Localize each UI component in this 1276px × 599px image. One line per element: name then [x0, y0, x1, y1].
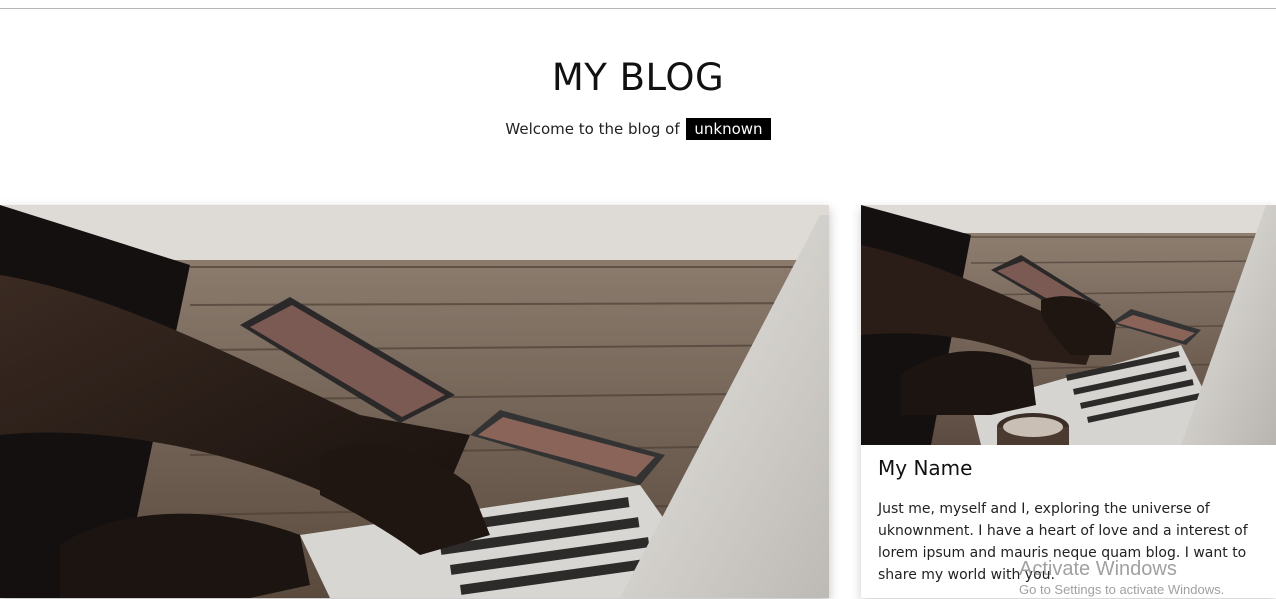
- blog-header: MY BLOG Welcome to the blog of unknown: [0, 52, 1276, 140]
- top-divider: [0, 8, 1276, 9]
- laptop-photo-small: [861, 205, 1276, 445]
- profile-bio: Just me, myself and I, exploring the uni…: [878, 501, 1248, 583]
- profile-body: My Name Just me, myself and I, exploring…: [878, 456, 1258, 586]
- welcome-line: Welcome to the blog of unknown: [0, 118, 1276, 140]
- welcome-text: Welcome to the blog of: [505, 120, 680, 138]
- owner-tag: unknown: [686, 118, 771, 140]
- page-title: MY BLOG: [551, 56, 725, 99]
- profile-card: My Name Just me, myself and I, exploring…: [861, 205, 1276, 598]
- laptop-photo-large: [0, 205, 829, 598]
- main-post-card[interactable]: [0, 205, 829, 598]
- profile-name: My Name: [878, 456, 973, 480]
